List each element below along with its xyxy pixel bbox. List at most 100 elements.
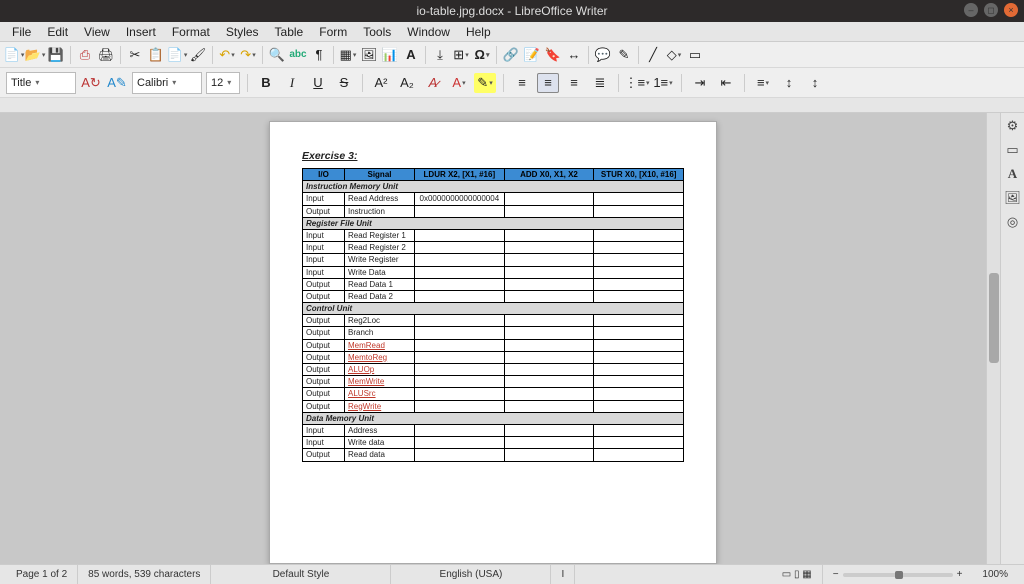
italic-button[interactable]: I	[281, 73, 303, 93]
spellcheck-button[interactable]: abc	[288, 45, 308, 65]
cell-io[interactable]: Input	[303, 424, 345, 436]
zoom-slider[interactable]: − +	[823, 565, 973, 584]
insert-table-button[interactable]: ▦	[338, 45, 358, 65]
line-button[interactable]: ╱	[643, 45, 663, 65]
cell-value[interactable]: 0x0000000000000004	[415, 193, 505, 205]
cell-value[interactable]	[504, 229, 594, 241]
cell-value[interactable]	[415, 364, 505, 376]
export-pdf-button[interactable]: ⎙	[75, 45, 95, 65]
cell-value[interactable]	[594, 315, 684, 327]
cell-value[interactable]	[504, 242, 594, 254]
document-page[interactable]: Exercise 3: I/O Signal LDUR X2, [X1, #16…	[269, 121, 717, 564]
undo-button[interactable]: ↶	[217, 45, 237, 65]
insert-chart-button[interactable]: 📊	[380, 45, 400, 65]
cell-value[interactable]	[594, 400, 684, 412]
cell-io[interactable]: Output	[303, 205, 345, 217]
cell-io[interactable]: Input	[303, 437, 345, 449]
table-row[interactable]: InputWrite data	[303, 437, 684, 449]
track-changes-button[interactable]: ✎	[614, 45, 634, 65]
cell-signal[interactable]: RegWrite	[345, 400, 415, 412]
cell-value[interactable]	[504, 339, 594, 351]
table-row[interactable]: OutputRead Data 2	[303, 290, 684, 302]
cell-io[interactable]: Output	[303, 315, 345, 327]
cell-value[interactable]	[504, 376, 594, 388]
status-page[interactable]: Page 1 of 2	[6, 565, 78, 584]
cell-value[interactable]	[594, 424, 684, 436]
font-size-combo[interactable]: 12	[206, 72, 240, 94]
cell-value[interactable]	[504, 437, 594, 449]
table-row[interactable]: OutputMemtoReg	[303, 351, 684, 363]
cell-io[interactable]: Output	[303, 376, 345, 388]
update-style-button[interactable]: A↻	[80, 73, 102, 93]
cell-io[interactable]: Input	[303, 229, 345, 241]
cell-value[interactable]	[504, 254, 594, 266]
align-center-button[interactable]: ≡	[537, 73, 559, 93]
cell-signal[interactable]: Read Register 2	[345, 242, 415, 254]
bullet-list-button[interactable]: ⋮≡	[626, 73, 648, 93]
superscript-button[interactable]: A²	[370, 73, 392, 93]
menu-styles[interactable]: Styles	[218, 23, 267, 41]
cell-value[interactable]	[415, 315, 505, 327]
align-right-button[interactable]: ≡	[563, 73, 585, 93]
cell-value[interactable]	[594, 339, 684, 351]
sidebar-gallery-icon[interactable]: A	[1004, 165, 1022, 183]
cell-signal[interactable]: MemtoReg	[345, 351, 415, 363]
cell-value[interactable]	[415, 254, 505, 266]
decrease-spacing-button[interactable]: ↕	[804, 73, 826, 93]
table-row[interactable]: OutputRegWrite	[303, 400, 684, 412]
align-justify-button[interactable]: ≣	[589, 73, 611, 93]
cell-io[interactable]: Input	[303, 266, 345, 278]
scrollbar-thumb[interactable]	[989, 273, 999, 363]
table-row[interactable]: OutputRead data	[303, 449, 684, 461]
status-insert-mode[interactable]: I	[551, 565, 575, 584]
line-spacing-button[interactable]: ≡	[752, 73, 774, 93]
cell-value[interactable]	[415, 242, 505, 254]
cell-value[interactable]	[504, 351, 594, 363]
copy-button[interactable]: 📋	[146, 45, 166, 65]
shapes-button[interactable]: ◇	[664, 45, 684, 65]
menu-edit[interactable]: Edit	[39, 23, 76, 41]
decrease-indent-button[interactable]: ⇤	[715, 73, 737, 93]
increase-spacing-button[interactable]: ↕	[778, 73, 800, 93]
cell-value[interactable]	[415, 278, 505, 290]
cell-value[interactable]	[594, 437, 684, 449]
formatting-marks-button[interactable]: ¶	[309, 45, 329, 65]
clear-formatting-button[interactable]: A̷	[422, 73, 444, 93]
table-row[interactable]: InputWrite Data	[303, 266, 684, 278]
cell-signal[interactable]: Write Data	[345, 266, 415, 278]
clone-format-button[interactable]: 🖌	[188, 45, 208, 65]
draw-functions-button[interactable]: ▭	[685, 45, 705, 65]
cell-value[interactable]	[504, 449, 594, 461]
highlight-button[interactable]: ✎	[474, 73, 496, 93]
sidebar-page-icon[interactable]: ◎	[1004, 213, 1022, 231]
redo-button[interactable]: ↷	[238, 45, 258, 65]
save-button[interactable]: 💾	[46, 45, 66, 65]
table-row[interactable]: OutputRead Data 1	[303, 278, 684, 290]
cell-value[interactable]	[594, 290, 684, 302]
cell-signal[interactable]: Write data	[345, 437, 415, 449]
cell-value[interactable]	[415, 327, 505, 339]
cell-value[interactable]	[594, 254, 684, 266]
cell-value[interactable]	[504, 266, 594, 278]
status-wordcount[interactable]: 85 words, 539 characters	[78, 565, 211, 584]
cell-value[interactable]	[594, 229, 684, 241]
cross-ref-button[interactable]: ↔	[564, 45, 584, 65]
cell-value[interactable]	[415, 266, 505, 278]
field-button[interactable]: ⊞	[451, 45, 471, 65]
new-doc-button[interactable]: 📄	[4, 45, 24, 65]
status-style[interactable]: Default Style	[211, 565, 391, 584]
cell-value[interactable]	[594, 266, 684, 278]
menu-window[interactable]: Window	[399, 23, 458, 41]
cell-value[interactable]	[594, 376, 684, 388]
open-button[interactable]: 📂	[25, 45, 45, 65]
cell-value[interactable]	[504, 205, 594, 217]
font-name-combo[interactable]: Calibri	[132, 72, 202, 94]
menu-insert[interactable]: Insert	[118, 23, 164, 41]
footnote-button[interactable]: 📝	[522, 45, 542, 65]
cell-signal[interactable]: Reg2Loc	[345, 315, 415, 327]
cell-value[interactable]	[504, 424, 594, 436]
cell-value[interactable]	[415, 339, 505, 351]
cell-value[interactable]	[415, 449, 505, 461]
cell-signal[interactable]: ALUSrc	[345, 388, 415, 400]
cell-value[interactable]	[415, 205, 505, 217]
